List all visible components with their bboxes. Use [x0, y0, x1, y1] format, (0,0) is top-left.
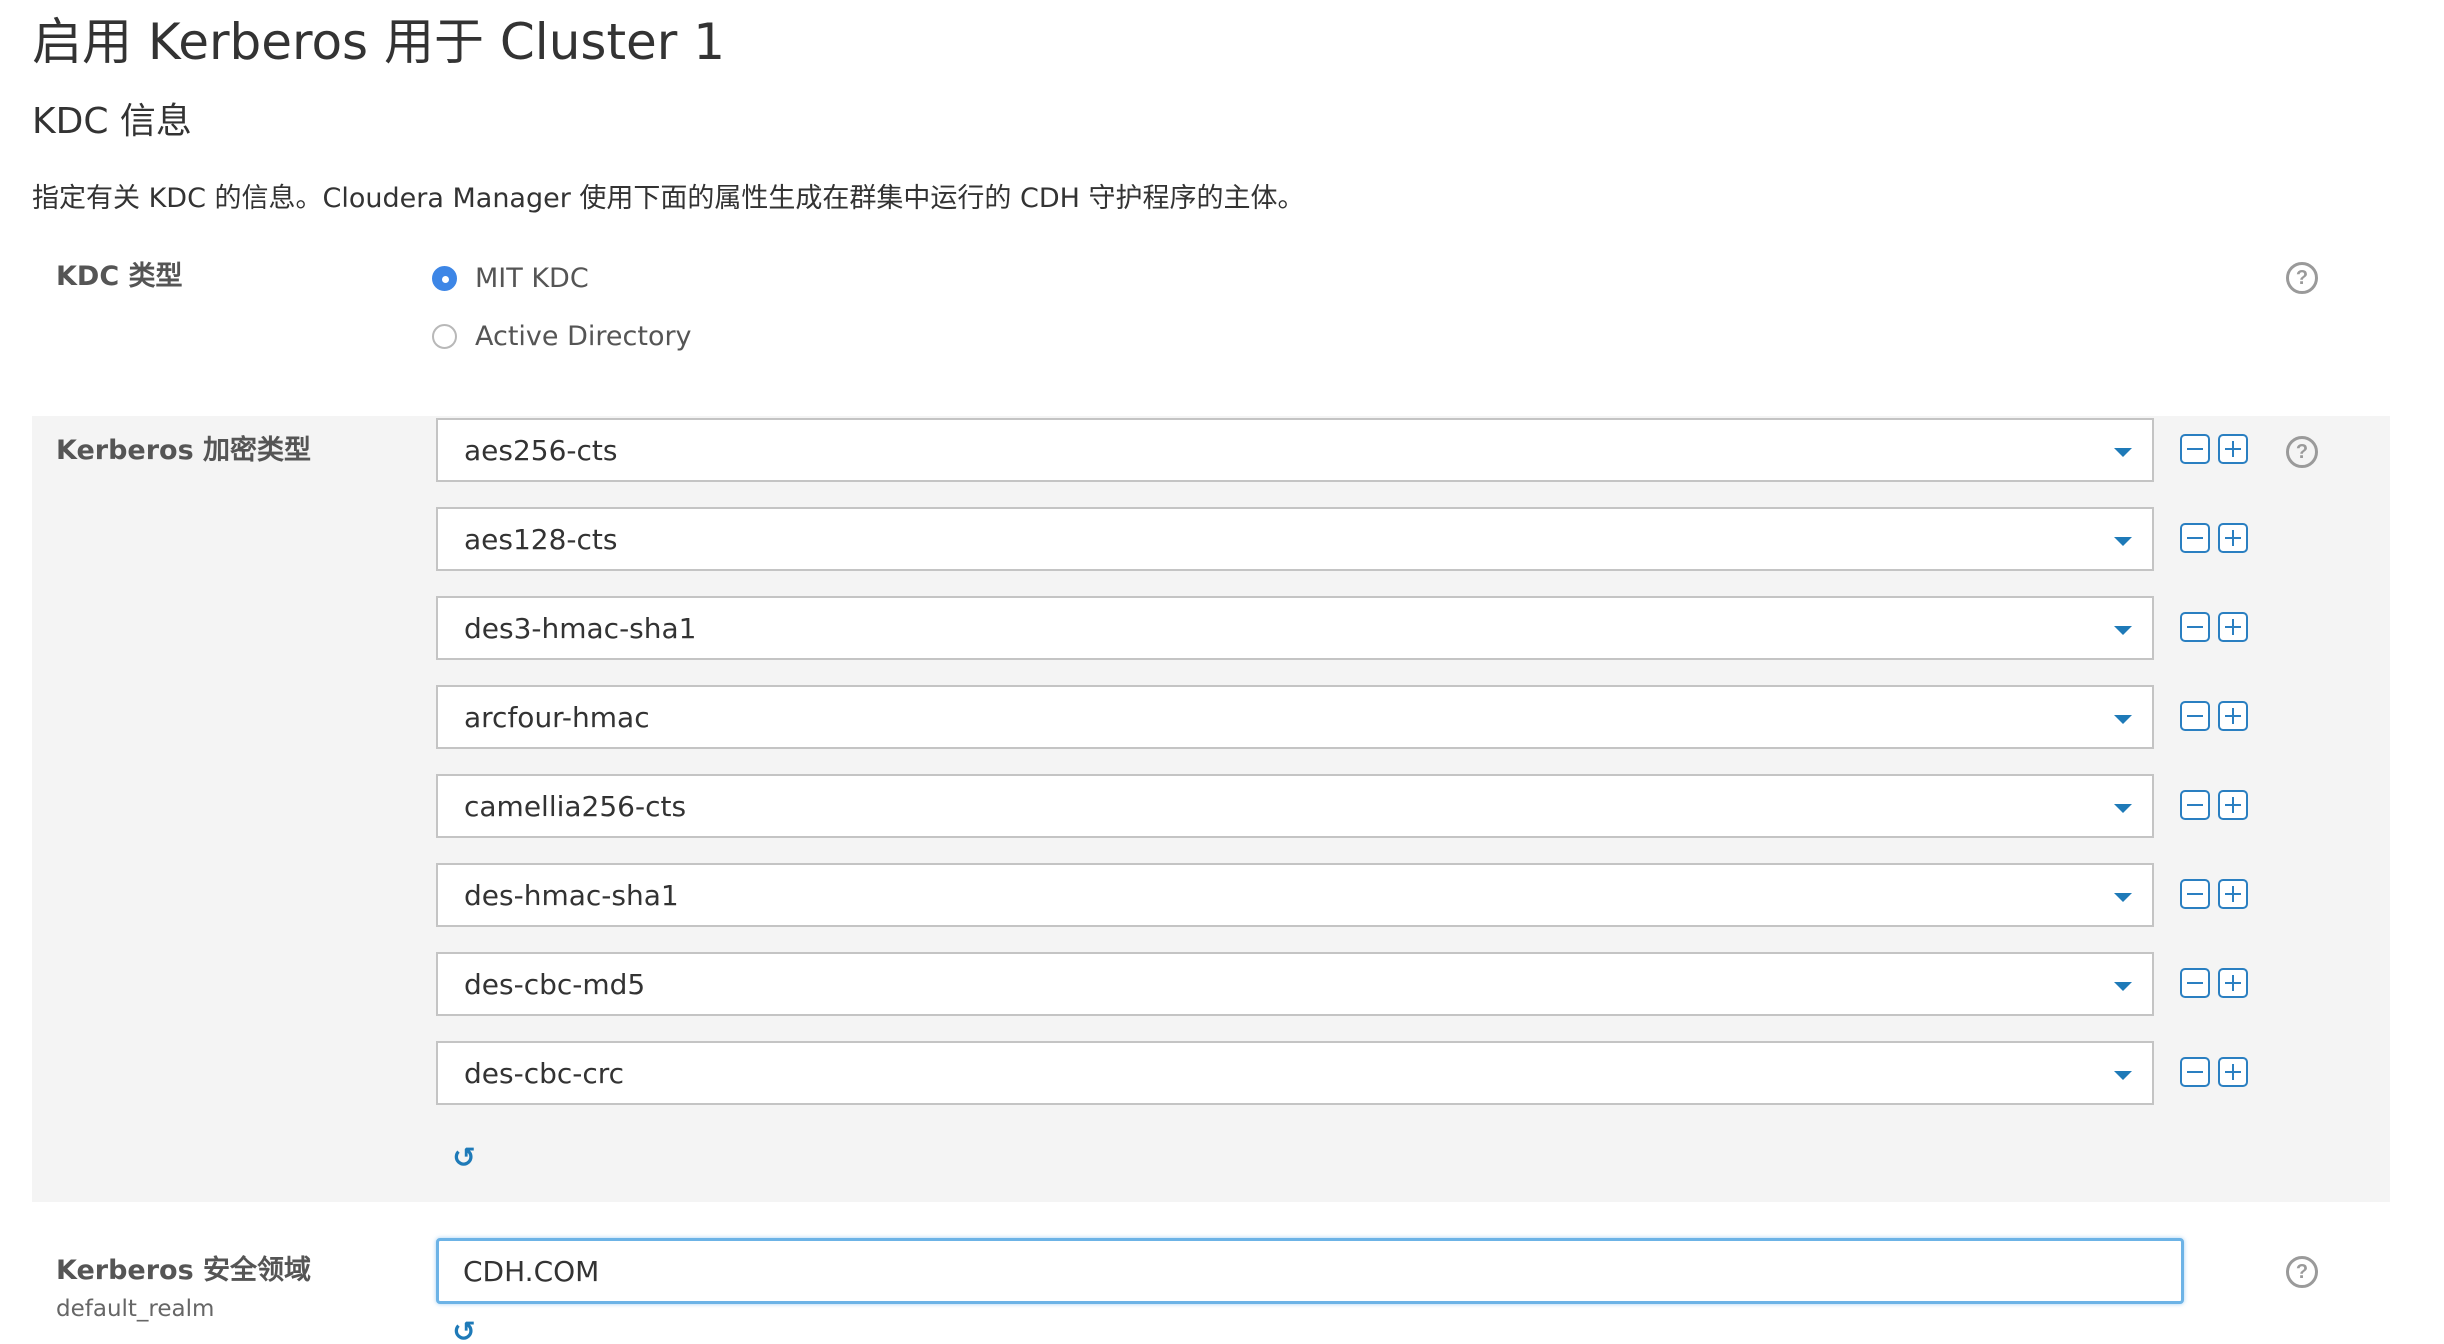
kdc-type-radio-mit[interactable]: MIT KDC: [432, 258, 589, 298]
encryption-reset-undo-icon[interactable]: ↻: [450, 1141, 478, 1174]
caret-down-icon: [2114, 1071, 2132, 1080]
encryption-type-value: arcfour-hmac: [464, 700, 650, 734]
caret-down-icon: [2114, 804, 2132, 813]
minus-square-icon[interactable]: [2180, 968, 2210, 998]
encryption-type-value: aes256-cts: [464, 433, 618, 467]
encryption-row-actions: [2180, 968, 2248, 998]
encryption-type-value: camellia256-cts: [464, 789, 687, 823]
plus-square-icon[interactable]: [2218, 612, 2248, 642]
realm-reset-undo-icon[interactable]: ↻: [450, 1315, 478, 1344]
caret-down-icon: [2114, 715, 2132, 724]
encryption-type-select[interactable]: des-hmac-sha1: [436, 863, 2154, 927]
caret-down-icon: [2114, 448, 2132, 457]
radio-label-mit: MIT KDC: [475, 262, 589, 294]
minus-square-icon[interactable]: [2180, 1057, 2210, 1087]
encryption-type-value: des-cbc-crc: [464, 1056, 625, 1090]
encryption-row-actions: [2180, 434, 2248, 464]
minus-square-icon[interactable]: [2180, 879, 2210, 909]
page-title: 启用 Kerberos 用于 Cluster 1: [32, 13, 726, 71]
plus-square-icon[interactable]: [2218, 879, 2248, 909]
enable-kerberos-page: 启用 Kerberos 用于 Cluster 1 KDC 信息 指定有关 KDC…: [0, 0, 2444, 1344]
caret-down-icon: [2114, 893, 2132, 902]
minus-square-icon[interactable]: [2180, 701, 2210, 731]
encryption-type-value: des3-hmac-sha1: [464, 611, 697, 645]
encryption-type-select[interactable]: des-cbc-md5: [436, 952, 2154, 1016]
section-title: KDC 信息: [32, 101, 192, 142]
encryption-type-select[interactable]: arcfour-hmac: [436, 685, 2154, 749]
realm-help-icon[interactable]: ?: [2286, 1256, 2318, 1288]
radio-label-active-directory: Active Directory: [475, 320, 692, 352]
encryption-type-value: des-cbc-md5: [464, 967, 646, 1001]
kdc-type-radio-active-directory[interactable]: Active Directory: [432, 316, 692, 356]
caret-down-icon: [2114, 537, 2132, 546]
encryption-row-actions: [2180, 1057, 2248, 1087]
encryption-type-value: aes128-cts: [464, 522, 618, 556]
realm-input[interactable]: [436, 1238, 2184, 1304]
plus-square-icon[interactable]: [2218, 701, 2248, 731]
encryption-type-select[interactable]: camellia256-cts: [436, 774, 2154, 838]
encryption-type-select[interactable]: aes128-cts: [436, 507, 2154, 571]
plus-square-icon[interactable]: [2218, 523, 2248, 553]
encryption-row-actions: [2180, 523, 2248, 553]
encryption-types-help-icon[interactable]: ?: [2286, 436, 2318, 468]
encryption-types-label: Kerberos 加密类型: [56, 435, 312, 466]
encryption-type-select[interactable]: des-cbc-crc: [436, 1041, 2154, 1105]
plus-square-icon[interactable]: [2218, 968, 2248, 998]
kdc-type-label: KDC 类型: [56, 261, 183, 292]
plus-square-icon[interactable]: [2218, 1057, 2248, 1087]
encryption-type-select[interactable]: des3-hmac-sha1: [436, 596, 2154, 660]
realm-label: Kerberos 安全领域: [56, 1255, 312, 1286]
plus-square-icon[interactable]: [2218, 790, 2248, 820]
minus-square-icon[interactable]: [2180, 523, 2210, 553]
minus-square-icon[interactable]: [2180, 612, 2210, 642]
encryption-type-value: des-hmac-sha1: [464, 878, 679, 912]
kdc-type-help-icon[interactable]: ?: [2286, 262, 2318, 294]
radio-unselected-icon[interactable]: [432, 323, 457, 349]
encryption-type-select[interactable]: aes256-cts: [436, 418, 2154, 482]
section-description: 指定有关 KDC 的信息。Cloudera Manager 使用下面的属性生成在…: [32, 183, 1305, 214]
caret-down-icon: [2114, 982, 2132, 991]
encryption-row-actions: [2180, 612, 2248, 642]
encryption-row-actions: [2180, 701, 2248, 731]
caret-down-icon: [2114, 626, 2132, 635]
minus-square-icon[interactable]: [2180, 790, 2210, 820]
encryption-row-actions: [2180, 790, 2248, 820]
encryption-row-actions: [2180, 879, 2248, 909]
minus-square-icon[interactable]: [2180, 434, 2210, 464]
radio-selected-icon[interactable]: [432, 265, 457, 291]
realm-sublabel: default_realm: [56, 1296, 215, 1322]
plus-square-icon[interactable]: [2218, 434, 2248, 464]
